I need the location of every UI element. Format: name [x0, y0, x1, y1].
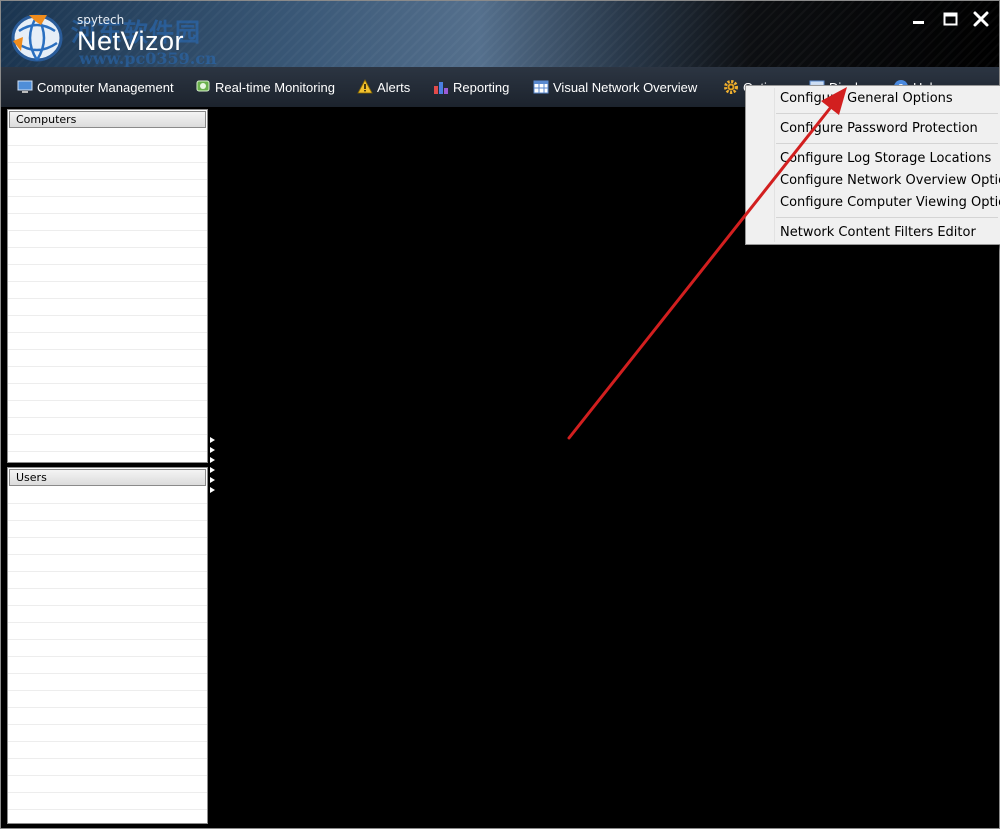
network-grid-icon: [533, 80, 549, 94]
menu-gutter: [774, 88, 775, 242]
users-column-header[interactable]: Users: [9, 469, 206, 486]
globe-logo-icon: [11, 14, 63, 62]
computer-icon: [17, 80, 33, 93]
menu-label: Visual Network Overview: [553, 79, 698, 95]
menu-network-content-filters-editor[interactable]: Network Content Filters Editor: [780, 225, 976, 240]
menu-configure-general-options[interactable]: Configure General Options: [780, 91, 953, 106]
maximize-icon[interactable]: [941, 9, 961, 29]
menu-reporting[interactable]: Reporting: [433, 77, 509, 97]
menu-configure-network-overview-options[interactable]: Configure Network Overview Options: [780, 173, 1000, 188]
menu-label: Real-time Monitoring: [215, 79, 335, 95]
brand-vendor: spytech: [77, 13, 125, 27]
menu-configure-computer-viewing-options[interactable]: Configure Computer Viewing Options: [780, 195, 1000, 210]
users-list[interactable]: [8, 487, 207, 823]
computers-column-header[interactable]: Computers: [9, 111, 206, 128]
menu-separator: [776, 143, 998, 144]
warning-icon: [357, 79, 373, 94]
users-panel[interactable]: Users: [7, 467, 208, 824]
close-icon[interactable]: [971, 9, 991, 29]
gear-icon: [724, 80, 738, 94]
title-bar: 河东软件园 spytech NetVizor www.pc0359.cn: [1, 1, 999, 68]
bar-chart-icon: [434, 82, 448, 94]
menu-separator: [776, 217, 998, 218]
options-dropdown-menu: Configure General Options Configure Pass…: [745, 85, 1000, 245]
menu-configure-password-protection[interactable]: Configure Password Protection: [780, 121, 978, 136]
menu-visual-network-overview[interactable]: Visual Network Overview: [533, 77, 697, 97]
menu-separator: [776, 113, 998, 114]
menu-configure-log-storage-locations[interactable]: Configure Log Storage Locations: [780, 151, 991, 166]
netvizor-window: 河东软件园 spytech NetVizor www.pc0359.cn Com…: [0, 0, 1000, 829]
menu-computer-management[interactable]: Computer Management: [17, 77, 174, 97]
menu-label: Computer Management: [37, 79, 174, 95]
panel-splitter-handle[interactable]: [209, 435, 217, 497]
menu-label: Reporting: [453, 79, 510, 95]
minimize-icon[interactable]: [909, 9, 929, 29]
computers-list[interactable]: [8, 129, 207, 462]
menu-real-time-monitoring[interactable]: Real-time Monitoring: [195, 77, 335, 97]
monitor-icon: [196, 80, 210, 92]
computers-panel[interactable]: Computers: [7, 109, 208, 463]
menu-alerts[interactable]: Alerts: [357, 77, 410, 97]
watermark-url: www.pc0359.cn: [79, 49, 217, 68]
menu-label: Alerts: [377, 79, 411, 95]
